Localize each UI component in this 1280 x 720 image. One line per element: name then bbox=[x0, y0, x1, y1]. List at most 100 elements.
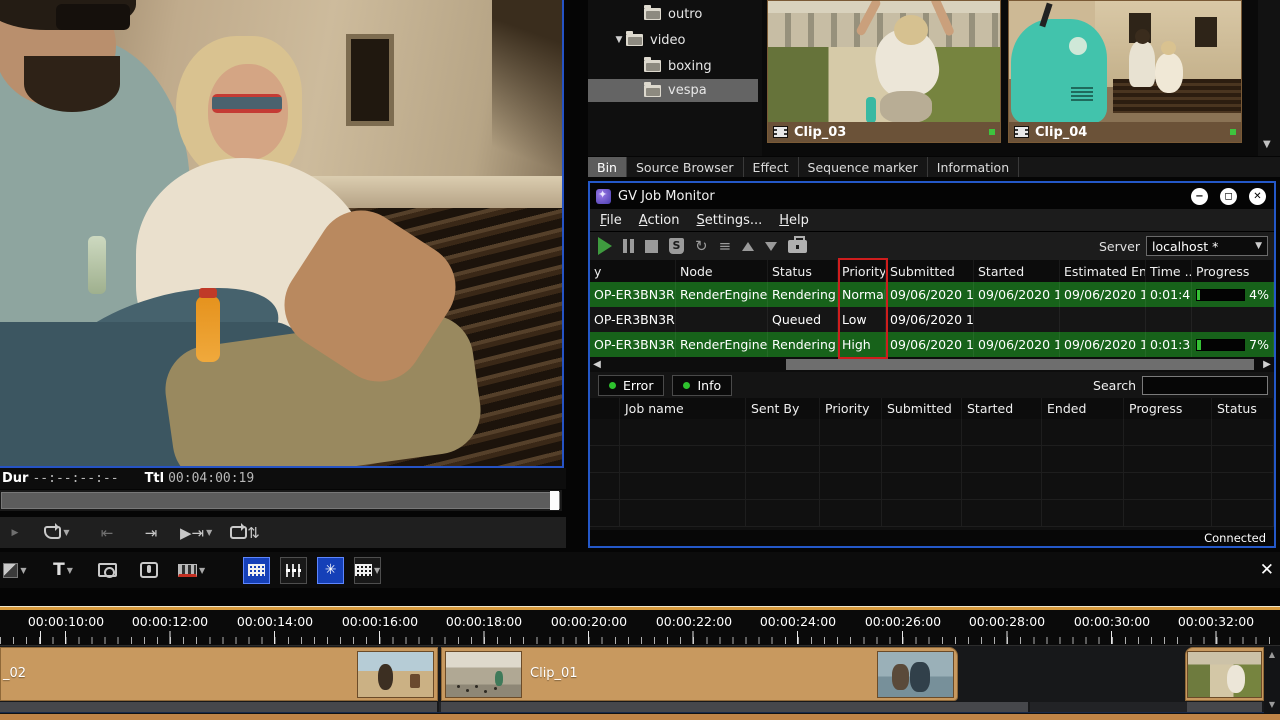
jobs-horizontal-scrollbar[interactable]: ◀ ▶ bbox=[590, 357, 1274, 372]
scroll-left-icon[interactable]: ◀ bbox=[590, 359, 604, 370]
audio-clip-02[interactable] bbox=[0, 702, 439, 712]
server-dropdown[interactable]: localhost * ▼ bbox=[1146, 236, 1268, 256]
col-header[interactable]: y bbox=[590, 260, 676, 282]
restart-job-icon[interactable]: ↻ bbox=[695, 239, 708, 254]
panel-close-icon[interactable]: ✕ bbox=[1260, 560, 1274, 580]
col-header[interactable]: Ended bbox=[1042, 398, 1124, 419]
stop-job-icon[interactable] bbox=[645, 240, 658, 253]
priority-down-icon[interactable] bbox=[765, 242, 777, 251]
folder-item-vespa-selected[interactable]: vespa bbox=[588, 79, 758, 102]
clip04-thumbnail[interactable] bbox=[1009, 1, 1241, 123]
preview-position-slider[interactable] bbox=[0, 490, 562, 511]
menu-file[interactable]: File bbox=[600, 213, 622, 228]
export-icon[interactable]: ⇅ bbox=[230, 520, 260, 546]
audio-clip-03[interactable] bbox=[1187, 702, 1264, 712]
tab-bin[interactable]: Bin bbox=[588, 157, 627, 177]
render-sequence-icon[interactable]: ▼ bbox=[178, 557, 205, 583]
col-header[interactable]: Sent By bbox=[746, 398, 820, 419]
col-header[interactable]: Priority bbox=[838, 260, 886, 282]
ruler-label: 00:00:16:00 bbox=[328, 614, 432, 629]
total-label: Ttl bbox=[145, 471, 165, 486]
loop-playback-icon[interactable]: ▼ bbox=[44, 520, 70, 546]
delete-job-icon[interactable]: S bbox=[669, 238, 684, 254]
col-header[interactable]: Started bbox=[962, 398, 1042, 419]
window-title-bar[interactable]: GV Job Monitor − ◻ ✕ bbox=[590, 183, 1274, 209]
folder-item-video[interactable]: ▼ video bbox=[588, 28, 758, 52]
tab-sequence-marker[interactable]: Sequence marker bbox=[799, 157, 928, 177]
search-input[interactable] bbox=[1142, 376, 1268, 395]
start-job-icon[interactable] bbox=[598, 237, 612, 255]
voice-over-icon[interactable] bbox=[136, 557, 162, 583]
clip03-label-bar[interactable]: Clip_03 bbox=[768, 122, 1000, 142]
bin-window-toggle[interactable] bbox=[243, 557, 270, 583]
clip-card-clip03[interactable]: Clip_03 bbox=[767, 0, 1001, 143]
folder-label: vespa bbox=[668, 83, 707, 98]
menu-action[interactable]: Action bbox=[639, 213, 680, 228]
toolbox-icon[interactable] bbox=[788, 240, 807, 253]
close-icon[interactable]: ✕ bbox=[1249, 188, 1266, 205]
expand-caret-icon[interactable]: ▼ bbox=[612, 35, 626, 45]
col-header[interactable]: Priority bbox=[820, 398, 882, 419]
clip-card-clip04[interactable]: Clip_04 bbox=[1008, 0, 1242, 143]
col-header[interactable] bbox=[590, 398, 620, 419]
track-vertical-scrollbar[interactable]: ▲ ▼ bbox=[1264, 646, 1280, 713]
col-header[interactable]: Progress bbox=[1124, 398, 1212, 419]
scroll-up-icon[interactable]: ▲ bbox=[1269, 650, 1275, 659]
duration-value: --:--:--:-- bbox=[32, 471, 118, 486]
col-header[interactable]: Status bbox=[1212, 398, 1274, 419]
menu-help[interactable]: Help bbox=[779, 213, 809, 228]
scrollbar-thumb[interactable] bbox=[786, 359, 1254, 370]
error-filter-button[interactable]: Error bbox=[598, 375, 664, 396]
col-header[interactable]: Estimated End bbox=[1060, 260, 1146, 282]
job-list-icon[interactable]: ≡ bbox=[719, 239, 732, 254]
timecode-ruler[interactable]: 00:00:10:00 00:00:12:00 00:00:14:00 00:0… bbox=[0, 610, 1280, 646]
minimize-icon[interactable]: − bbox=[1191, 188, 1208, 205]
transition-icon[interactable]: ▼ bbox=[2, 557, 28, 583]
job-row-rendering-normal[interactable]: OP-ER3BN3R ... RenderEngine Rendering No… bbox=[590, 282, 1274, 307]
expand-arrow-icon[interactable]: ▶ bbox=[2, 520, 28, 546]
bin-vertical-scrollbar[interactable]: ▼ bbox=[1258, 0, 1280, 156]
effect-palette-toggle[interactable]: ✳ bbox=[317, 557, 344, 583]
scroll-right-icon[interactable]: ▶ bbox=[1260, 359, 1274, 370]
col-header[interactable]: Status bbox=[768, 260, 838, 282]
trim-in-icon[interactable]: ⇤ bbox=[94, 520, 120, 546]
clip03-thumbnail[interactable] bbox=[768, 1, 1000, 123]
col-header[interactable]: Time ... bbox=[1146, 260, 1192, 282]
play-around-cut-icon[interactable]: ▶⇥▼ bbox=[180, 520, 212, 546]
audio-mixer-icon[interactable] bbox=[280, 557, 307, 583]
audio-clip-01[interactable] bbox=[441, 702, 1030, 712]
building-window bbox=[346, 34, 394, 126]
tab-source-browser[interactable]: Source Browser bbox=[627, 157, 744, 177]
job-row-rendering-high[interactable]: OP-ER3BN3R ... RenderEngine Rendering Hi… bbox=[590, 332, 1274, 357]
slider-track[interactable] bbox=[1, 492, 560, 509]
tab-information[interactable]: Information bbox=[928, 157, 1019, 177]
trim-out-icon[interactable]: ⇥ bbox=[138, 520, 164, 546]
clip02-end-thumbnail bbox=[357, 651, 434, 698]
col-header[interactable]: Node bbox=[676, 260, 768, 282]
priority-up-icon[interactable] bbox=[742, 242, 754, 251]
col-header[interactable]: Started bbox=[974, 260, 1060, 282]
info-filter-button[interactable]: Info bbox=[672, 375, 732, 396]
timeline-clip-03[interactable] bbox=[1185, 647, 1264, 701]
col-header[interactable]: Job name bbox=[620, 398, 746, 419]
panel-tab-bar: Bin Source Browser Effect Sequence marke… bbox=[588, 157, 1280, 177]
col-header[interactable]: Submitted bbox=[886, 260, 974, 282]
timeline-clip-01[interactable]: Clip_01 bbox=[441, 647, 958, 701]
export-window-icon[interactable]: ▼ bbox=[354, 557, 381, 583]
job-row-queued-low[interactable]: OP-ER3BN3R ... Queued Low 09/06/2020 10.… bbox=[590, 307, 1274, 332]
folder-item-boxing[interactable]: boxing bbox=[588, 54, 758, 78]
slider-handle[interactable] bbox=[550, 491, 559, 510]
timeline-clip-02[interactable]: _02 bbox=[0, 647, 438, 701]
col-header[interactable]: Progress bbox=[1192, 260, 1274, 282]
clip04-label-bar[interactable]: Clip_04 bbox=[1009, 122, 1241, 142]
col-header[interactable]: Submitted bbox=[882, 398, 962, 419]
scroll-down-icon[interactable]: ▼ bbox=[1269, 700, 1275, 709]
folder-item-outro[interactable]: outro bbox=[588, 2, 758, 26]
menu-settings[interactable]: Settings... bbox=[697, 213, 763, 228]
scroll-down-icon[interactable]: ▼ bbox=[1263, 139, 1271, 150]
tab-effect[interactable]: Effect bbox=[744, 157, 799, 177]
restore-icon[interactable]: ◻ bbox=[1220, 188, 1237, 205]
capture-frame-icon[interactable] bbox=[94, 557, 120, 583]
title-tool-icon[interactable]: T▼ bbox=[50, 557, 76, 583]
pause-job-icon[interactable] bbox=[623, 239, 634, 253]
